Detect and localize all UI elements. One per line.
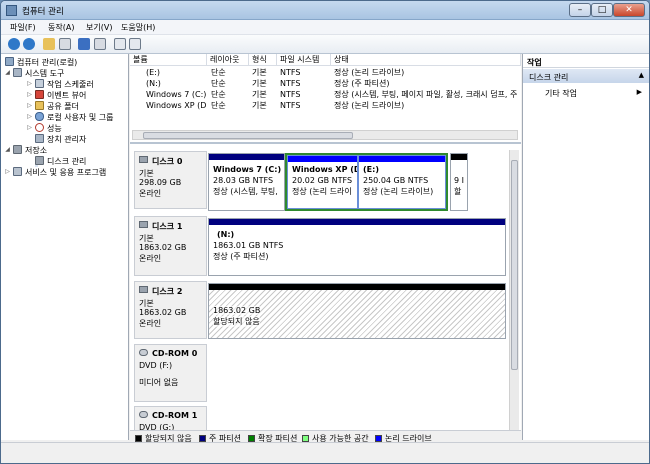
volume-row[interactable]: Windows 7 (C:) 단순 기본 NTFS 정상 (시스템, 부팅, 페… — [130, 90, 521, 100]
services-icon — [13, 167, 22, 176]
performance-icon — [35, 123, 44, 132]
computer-management-icon — [6, 5, 17, 16]
column-header-layout[interactable]: 레이아웃 — [207, 54, 249, 66]
console-tree: 컴퓨터 관리(로컬) ◢ 시스템 도구 ▷ 작업 스케줄러 ▷ 이벤트 뷰어 ▷… — [1, 54, 129, 440]
clock-icon — [35, 79, 44, 88]
maximize-button[interactable]: □ — [591, 3, 613, 17]
event-viewer-icon — [35, 90, 44, 99]
scrollbar-thumb[interactable] — [143, 132, 353, 139]
status-bar — [1, 442, 649, 463]
device-manager-icon — [35, 134, 44, 143]
menu-bar: 파일(F) 동작(A) 보기(V) 도움말(H) — [1, 20, 649, 35]
console-tree-icon[interactable] — [59, 38, 71, 50]
storage-icon — [13, 145, 22, 154]
disk-0-label[interactable]: 디스크 0 기본 298.09 GB 온라인 — [134, 151, 207, 209]
cdrom-icon — [139, 411, 148, 418]
partition-d[interactable]: Windows XP (D 20.02 GB NTFS 정상 (논리 드라이 — [287, 155, 358, 209]
disk-graphical-view: 디스크 0 기본 298.09 GB 온라인 Windows 7 (C:) 28… — [130, 146, 521, 440]
folder-up-icon[interactable] — [43, 38, 55, 50]
expand-icon[interactable]: ▷ — [26, 113, 33, 120]
expand-icon[interactable]: ▷ — [26, 91, 33, 98]
menu-help[interactable]: 도움말(H) — [121, 22, 155, 33]
actions-pane: 작업 디스크 관리 ▲ 기타 작업 ▶ — [522, 54, 649, 440]
back-arrow-icon[interactable] — [8, 38, 20, 50]
tree-item-disk-management[interactable]: 디스크 관리 — [35, 156, 86, 167]
properties-icon[interactable] — [94, 38, 106, 50]
volume-row[interactable]: Windows XP (D:) 단순 기본 NTFS 정상 (논리 드라이브) — [130, 101, 521, 111]
cdrom-icon — [139, 349, 148, 356]
partition-c[interactable]: Windows 7 (C:) 28.03 GB NTFS 정상 (시스템, 부팅… — [208, 153, 285, 211]
refresh-icon[interactable] — [114, 38, 126, 50]
volume-row[interactable]: (E:) 단순 기본 NTFS 정상 (논리 드라이브) — [130, 68, 521, 78]
expand-icon[interactable]: ▷ — [26, 80, 33, 87]
window-title: 컴퓨터 관리 — [22, 7, 64, 17]
cdrom-0-label[interactable]: CD-ROM 0 DVD (F:) 미디어 없음 — [134, 344, 207, 402]
column-header-status[interactable]: 상태 — [331, 54, 521, 66]
export-icon[interactable] — [129, 38, 141, 50]
vertical-scrollbar[interactable] — [509, 150, 519, 440]
column-header-volume[interactable]: 볼륨 — [130, 54, 207, 66]
users-icon — [35, 112, 44, 121]
column-header-fs[interactable]: 파일 시스템 — [277, 54, 331, 66]
tools-icon — [13, 68, 22, 77]
close-button[interactable]: ✕ — [613, 3, 645, 17]
collapse-icon[interactable]: ◢ — [4, 146, 11, 153]
disk-2-label[interactable]: 디스크 2 기본 1863.02 GB 온라인 — [134, 281, 207, 339]
submenu-arrow-icon: ▶ — [636, 88, 642, 96]
partition-e[interactable]: (E:) 250.04 GB NTFS 정상 (논리 드라이브) — [358, 155, 446, 209]
disk-icon — [35, 156, 44, 165]
minimize-button[interactable]: – — [569, 3, 591, 17]
computer-management-window: 컴퓨터 관리 – □ ✕ 파일(F) 동작(A) 보기(V) 도움말(H) 컴퓨… — [0, 0, 650, 464]
menu-view[interactable]: 보기(V) — [86, 22, 112, 33]
computer-icon — [5, 57, 14, 66]
expand-icon[interactable]: ▷ — [26, 102, 33, 109]
disk-icon — [139, 221, 148, 228]
actions-section-disk-management[interactable]: 디스크 관리 ▲ — [523, 69, 649, 83]
menu-action[interactable]: 동작(A) — [48, 22, 74, 33]
partition-unallocated[interactable]: 1863.02 GB 할당되지 않음 — [208, 283, 506, 339]
expand-icon[interactable]: ▷ — [4, 168, 11, 175]
expand-icon[interactable]: ▷ — [26, 124, 33, 131]
disk-icon — [139, 286, 148, 293]
help-icon[interactable] — [78, 38, 90, 50]
partition-small[interactable]: 9 I 할 — [450, 153, 468, 211]
collapse-arrow-icon[interactable]: ▲ — [639, 71, 644, 79]
volume-row[interactable]: (N:) 단순 기본 NTFS 정상 (주 파티션) — [130, 79, 521, 89]
legend-bar: 할당되지 않음 주 파티션 확장 파티션 사용 가능한 공간 논리 드라이브 — [130, 430, 521, 443]
scrollbar-thumb[interactable] — [511, 160, 518, 370]
collapse-icon[interactable]: ◢ — [4, 69, 11, 76]
disk-icon — [139, 156, 148, 163]
partition-n[interactable]: (N:) 1863.01 GB NTFS 정상 (주 파티션) — [208, 218, 506, 276]
volume-list: 볼륨 레이아웃 형식 파일 시스템 상태 (E:) 단순 기본 NTFS 정상 … — [130, 54, 521, 144]
column-header-type[interactable]: 형식 — [249, 54, 277, 66]
disk-management-pane: 볼륨 레이아웃 형식 파일 시스템 상태 (E:) 단순 기본 NTFS 정상 … — [130, 54, 521, 440]
toolbar — [1, 35, 649, 54]
title-bar[interactable]: 컴퓨터 관리 – □ ✕ — [1, 1, 649, 20]
actions-title: 작업 — [523, 54, 649, 68]
disk-1-label[interactable]: 디스크 1 기본 1863.02 GB 온라인 — [134, 216, 207, 276]
actions-more[interactable]: 기타 작업 ▶ — [523, 86, 649, 99]
shared-folder-icon — [35, 101, 44, 110]
menu-file[interactable]: 파일(F) — [10, 22, 36, 33]
forward-arrow-icon[interactable] — [23, 38, 35, 50]
horizontal-scrollbar[interactable] — [132, 130, 518, 140]
